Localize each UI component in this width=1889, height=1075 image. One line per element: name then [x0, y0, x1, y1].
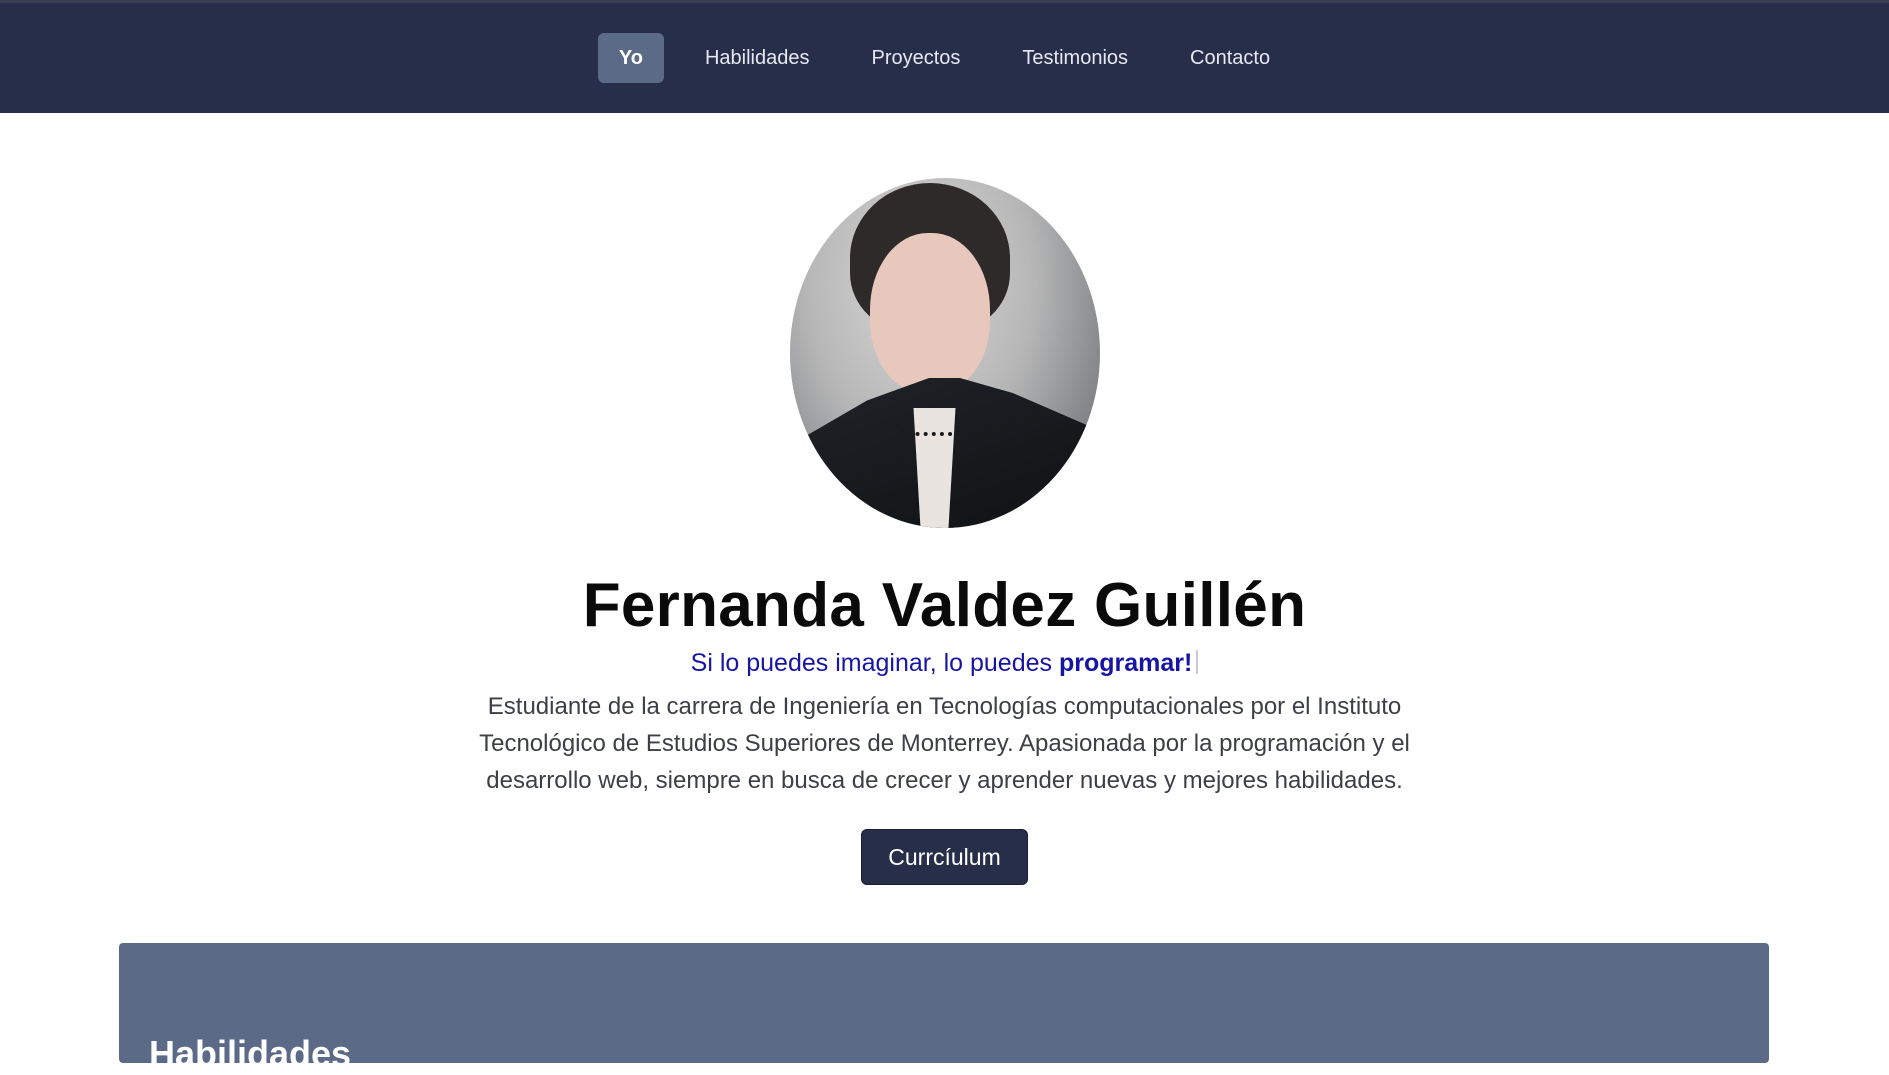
nav-item-yo[interactable]: Yo — [597, 33, 664, 83]
nav-item-contacto[interactable]: Contacto — [1169, 33, 1291, 83]
tagline-emphasis: programar! — [1058, 649, 1193, 677]
typing-cursor — [1196, 650, 1199, 674]
avatar-face — [869, 233, 990, 393]
avatar-necklace — [893, 416, 974, 436]
profile-photo — [789, 178, 1100, 528]
curriculum-button[interactable]: Currcíulum — [861, 829, 1028, 885]
skills-title: Habilidades — [149, 1032, 352, 1074]
nav-item-proyectos[interactable]: Proyectos — [850, 33, 981, 83]
nav-item-habilidades[interactable]: Habilidades — [684, 33, 831, 83]
tagline-prefix: Si lo puedes imaginar, lo puedes — [690, 649, 1059, 677]
hero-section: Fernanda Valdez Guillén Si lo puedes ima… — [0, 113, 1889, 885]
nav-item-testimonios[interactable]: Testimonios — [1001, 33, 1149, 83]
bio-text: Estudiante de la carrera de Ingeniería e… — [479, 693, 1410, 794]
top-navbar: Yo Habilidades Proyectos Testimonios Con… — [0, 0, 1889, 113]
tagline: Si lo puedes imaginar, lo puedes program… — [0, 649, 1889, 678]
skills-section: Habilidades — [119, 943, 1769, 1074]
main-nav: Yo Habilidades Proyectos Testimonios Con… — [0, 33, 1889, 83]
profile-name: Fernanda Valdez Guillén — [582, 571, 1307, 640]
